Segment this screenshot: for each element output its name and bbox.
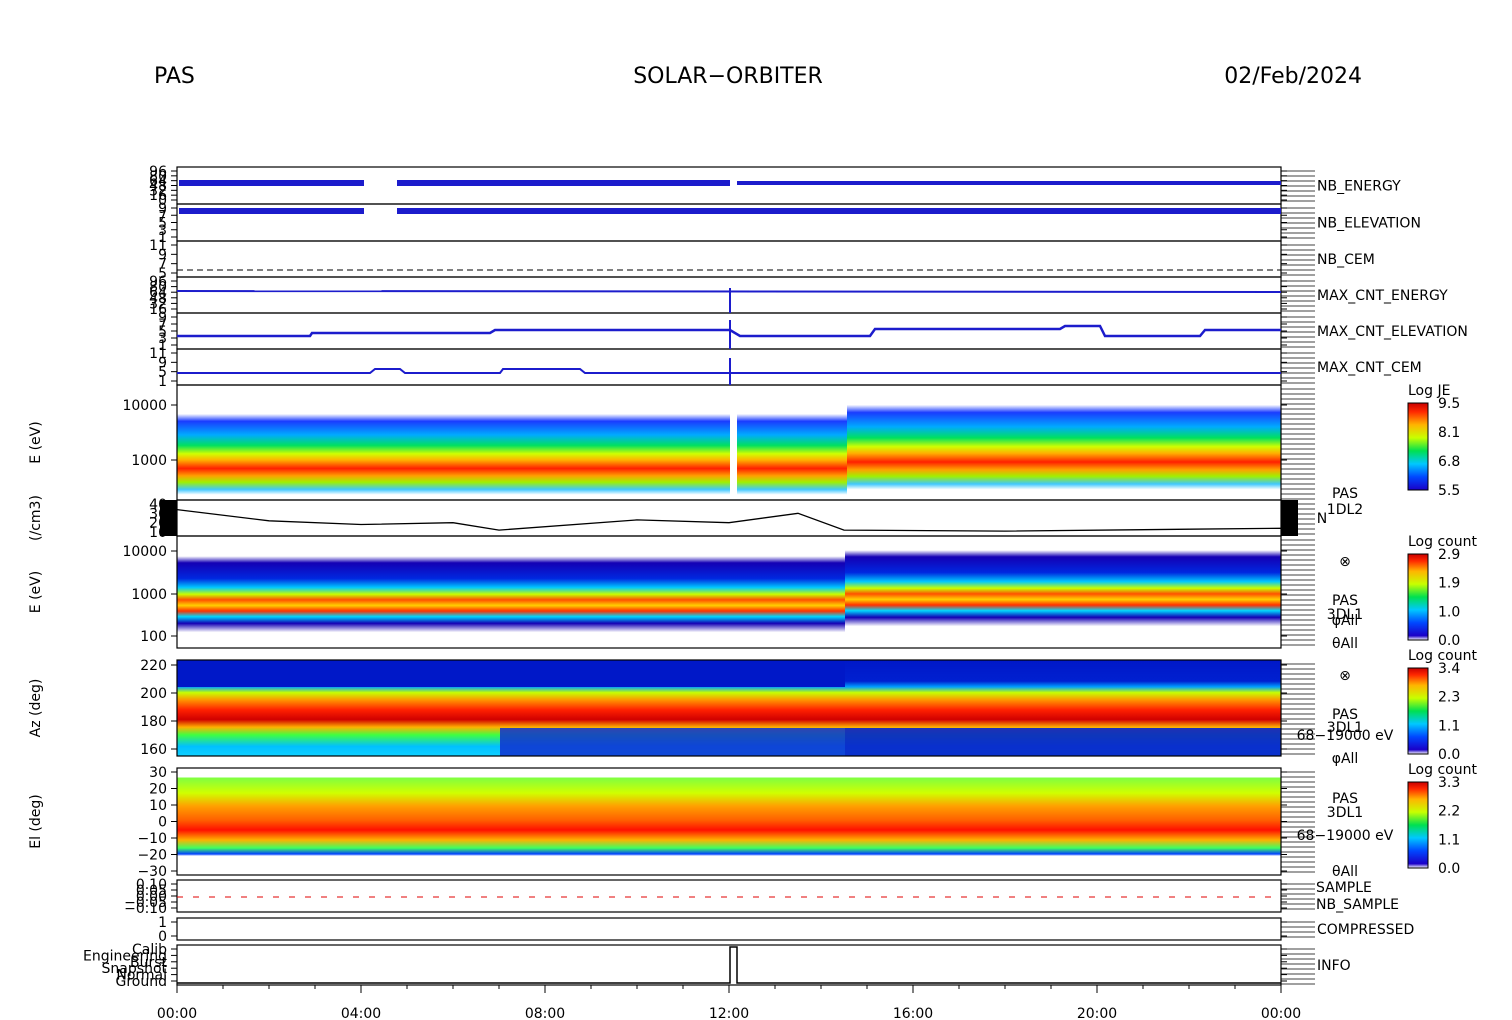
counts_az-colorbar-tick: 2.3 [1438,690,1460,706]
je-ytick-label: 1000 [131,453,167,469]
info-ytick-label: Ground [116,974,168,990]
je-colorbar-tick: 8.1 [1438,425,1460,441]
counts_az-annotation-4: φAll [1332,751,1359,767]
counts_az-annotation-0: ⊗ [1339,668,1351,684]
x-tick-label: 00:00 [1261,1006,1301,1020]
header-mission: SOLAR−ORBITER [633,64,823,89]
je-colorbar [1407,402,1429,491]
max_cnt_elevation-label: MAX_CNT_ELEVATION [1317,324,1468,340]
counts_e-colorbar-tick: 0.0 [1438,633,1460,649]
elevation-count-spectrogram [177,768,1281,868]
counts_az-ylabel: Az (deg) [28,679,44,738]
counts_el-annotation-2: 68−19000 eV [1297,828,1394,844]
je-colorbar-tick: 5.5 [1438,483,1460,499]
header-date: 02/Feb/2024 [1224,64,1362,89]
density-annotation-2: N [1317,511,1327,527]
x-tick-label: 00:00 [157,1006,197,1020]
counts_e-ytick-label: 1000 [131,587,167,603]
counts_e-annotation-0: ⊗ [1339,554,1351,570]
counts_az-ytick-label: 160 [140,742,167,758]
density-annotation-1: 1DL2 [1327,502,1363,518]
counts_el-ytick-label: 30 [149,765,167,781]
max_cnt_cem-label: MAX_CNT_CEM [1317,360,1422,376]
counts_el-ytick-label: 10 [149,798,167,814]
counts_el-ytick-label: −20 [137,848,167,864]
counts_e-annotation-4: θAll [1332,636,1358,652]
counts_e-colorbar-tick: 1.0 [1438,604,1460,620]
max_cnt_cem-ytick-label: 1 [158,374,167,390]
counts_el-annotation-1: 3DL1 [1327,805,1363,821]
sample-label-0: SAMPLE [1316,880,1372,896]
header-instrument: PAS [154,64,195,89]
counts_e-ytick-label: 10000 [122,544,167,560]
info-label: INFO [1317,958,1351,974]
x-tick-label: 20:00 [1077,1006,1117,1020]
nb_cem-label: NB_CEM [1317,252,1375,268]
counts_az-annotation-3: 68−19000 eV [1297,728,1394,744]
max_cnt_energy-label: MAX_CNT_ENERGY [1317,288,1448,304]
counts_el-ytick-label: 0 [158,815,167,831]
counts_az-ytick-label: 220 [140,658,167,674]
counts_e-colorbar-tick: 2.9 [1438,547,1460,563]
counts_az-ytick-label: 200 [140,686,167,702]
density-series-line [176,508,1282,532]
counts_az-colorbar-tick: 1.1 [1438,718,1460,734]
x-tick-label: 08:00 [525,1006,565,1020]
counts_el-colorbar-tick: 1.1 [1438,832,1460,848]
density-ytick-label: 10 [149,525,167,541]
compressed-label: COMPRESSED [1317,922,1414,938]
counts_el-ylabel: El (deg) [28,794,44,849]
azimuth-count-spectrogram [177,660,1281,756]
counts_el-colorbar-tick: 3.3 [1438,775,1460,791]
x-tick-label: 04:00 [341,1006,381,1020]
counts_e-ytick-label: 100 [140,629,167,645]
counts_el-colorbar-tick: 0.0 [1438,861,1460,877]
counts_e-colorbar-tick: 1.9 [1438,576,1460,592]
density-right-bar [1281,500,1298,536]
counts_az-colorbar-tick: 0.0 [1438,747,1460,763]
je-ylabel: E (eV) [28,421,44,463]
counts_az-ytick-label: 180 [140,714,167,730]
counts_az-colorbar-tick: 3.4 [1438,661,1460,677]
energy-count-spectrogram [177,530,1281,648]
je-colorbar-tick: 9.5 [1438,396,1460,412]
counts_el-annotation-3: θAll [1332,864,1358,880]
je-spectrogram [177,385,1281,500]
density-annotation-0: PAS [1332,486,1358,502]
counts_el-ytick-label: −10 [137,831,167,847]
counts_el-ytick-label: 20 [149,782,167,798]
nb_elevation-label: NB_ELEVATION [1317,216,1421,232]
counts_e-annotation-3: φAll [1332,613,1359,629]
x-tick-label: 12:00 [709,1006,749,1020]
sample-label-1: NB_SAMPLE [1316,897,1399,913]
counts_e-colorbar [1407,553,1429,641]
counts_az-colorbar [1407,667,1429,755]
x-tick-label: 16:00 [893,1006,933,1020]
je-ytick-label: 10000 [122,398,167,414]
counts_el-colorbar-tick: 2.2 [1438,804,1460,820]
density-ylabel: (/cm3) [28,495,44,541]
counts_e-ylabel: E (eV) [28,571,44,613]
counts_el-colorbar [1407,781,1429,869]
nb_energy-label: NB_ENERGY [1317,179,1401,195]
je-colorbar-tick: 6.8 [1438,454,1460,470]
pas-summary-plot: PAS SOLAR−ORBITER 02/Feb/2024 9680644832… [28,64,1477,1020]
